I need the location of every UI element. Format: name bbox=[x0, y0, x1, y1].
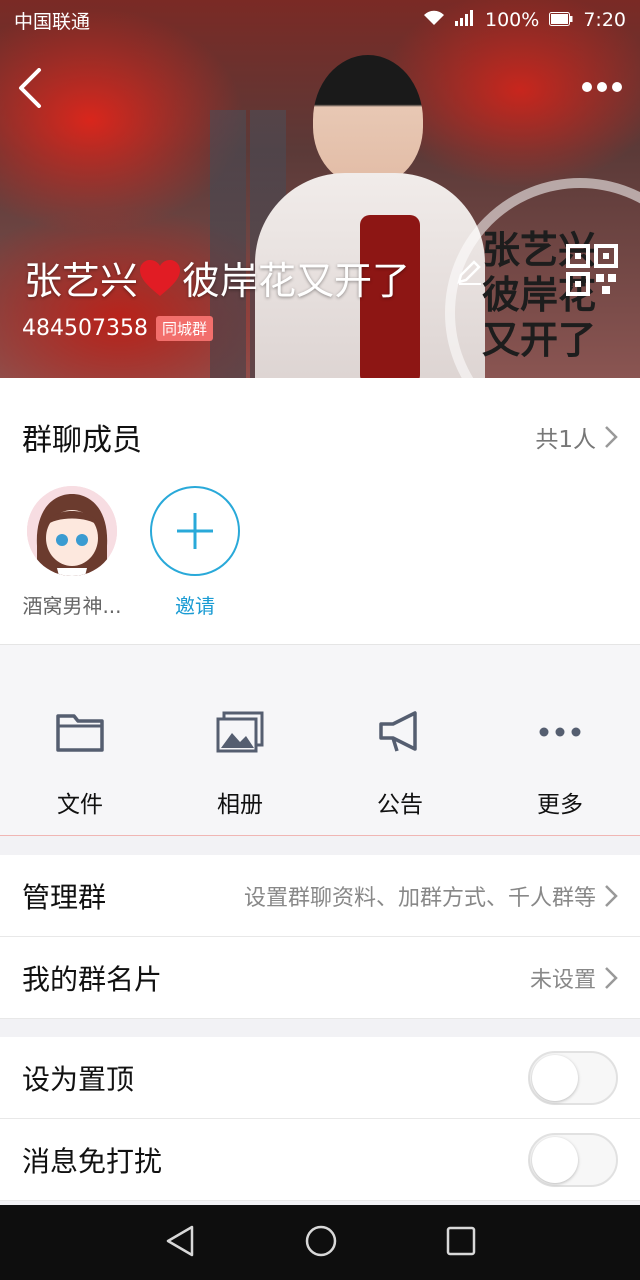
nav-recents-icon[interactable] bbox=[446, 1226, 476, 1260]
edit-name-icon[interactable] bbox=[455, 258, 483, 290]
manage-group-row[interactable]: 管理群 设置群聊资料、加群方式、千人群等 bbox=[0, 855, 640, 937]
manage-group-hint: 设置群聊资料、加群方式、千人群等 bbox=[243, 885, 596, 911]
tool-album[interactable]: 相册 bbox=[160, 645, 320, 835]
group-id-row: 484507358 同城群 bbox=[22, 316, 213, 341]
folder-icon bbox=[53, 707, 107, 757]
members-header[interactable]: 群聊成员 共1人 bbox=[0, 378, 640, 496]
back-button[interactable] bbox=[10, 64, 50, 112]
background-pillar bbox=[210, 110, 246, 378]
chevron-left-icon bbox=[19, 68, 41, 108]
invite-member-button[interactable]: 邀请 bbox=[135, 486, 255, 619]
signal-icon bbox=[455, 9, 475, 31]
group-name[interactable]: 张艺兴 彼岸花又开了 bbox=[24, 250, 410, 305]
more-options-button[interactable] bbox=[578, 72, 626, 102]
tool-files[interactable]: 文件 bbox=[0, 645, 160, 835]
more-dots-icon bbox=[582, 82, 622, 92]
member-avatar bbox=[27, 486, 117, 576]
group-header-banner: 张艺兴 彼岸花 又开了 中国联通 100% 7:20 张艺兴 彼岸花又开了 48… bbox=[0, 0, 640, 378]
wifi-icon bbox=[423, 9, 445, 31]
plus-icon bbox=[177, 513, 213, 549]
invite-label: 邀请 bbox=[175, 594, 215, 618]
member-item[interactable]: 酒窝男神... bbox=[12, 486, 132, 619]
members-count: 共1人 bbox=[535, 427, 596, 453]
nav-back-icon[interactable] bbox=[164, 1224, 196, 1262]
nav-home-icon[interactable] bbox=[304, 1224, 338, 1262]
city-group-badge: 同城群 bbox=[155, 316, 213, 341]
pin-to-top-toggle[interactable] bbox=[528, 1050, 618, 1105]
clock: 7:20 bbox=[583, 9, 626, 31]
status-bar: 中国联通 100% 7:20 bbox=[0, 0, 640, 40]
battery-level: 100% bbox=[485, 9, 540, 31]
do-not-disturb-toggle[interactable] bbox=[528, 1132, 618, 1187]
more-dots-icon bbox=[533, 707, 587, 757]
members-title: 群聊成员 bbox=[22, 423, 142, 458]
pin-to-top-row: 设为置顶 bbox=[0, 1037, 640, 1119]
heart-icon bbox=[140, 259, 181, 296]
chevron-right-icon bbox=[605, 966, 618, 989]
chevron-right-icon bbox=[605, 426, 618, 448]
group-members-section: 群聊成员 共1人 酒窝男神... 邀请 bbox=[0, 378, 640, 644]
album-icon bbox=[213, 707, 267, 757]
megaphone-icon bbox=[373, 707, 427, 757]
group-id: 484507358 bbox=[22, 316, 148, 341]
section-spacer bbox=[0, 836, 640, 855]
tool-more[interactable]: 更多 bbox=[480, 645, 640, 835]
group-tools-bar: 文件 相册 公告 更多 bbox=[0, 644, 640, 836]
system-nav-bar bbox=[0, 1205, 640, 1280]
tool-announcement[interactable]: 公告 bbox=[320, 645, 480, 835]
carrier-label: 中国联通 bbox=[14, 10, 91, 33]
chevron-right-icon bbox=[605, 884, 618, 907]
member-name: 酒窝男神... bbox=[22, 594, 122, 618]
do-not-disturb-row: 消息免打扰 bbox=[0, 1119, 640, 1201]
qr-code-icon[interactable] bbox=[566, 244, 618, 300]
battery-icon bbox=[549, 9, 573, 31]
group-card-value: 未设置 bbox=[529, 967, 596, 993]
my-group-card-row[interactable]: 我的群名片 未设置 bbox=[0, 937, 640, 1019]
